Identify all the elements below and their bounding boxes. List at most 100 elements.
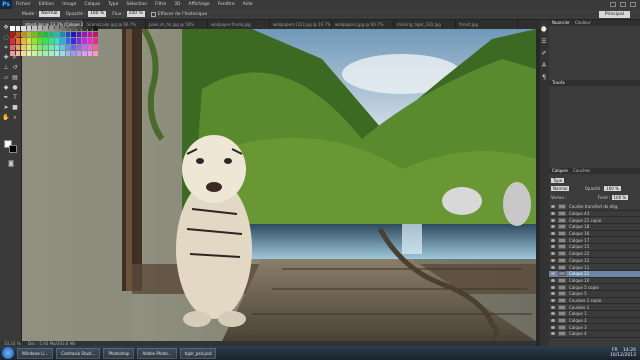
- layer-row[interactable]: Calque 21: [549, 270, 640, 278]
- color-swatch[interactable]: [43, 26, 48, 32]
- color-swatch[interactable]: [76, 32, 82, 38]
- color-swatch[interactable]: [10, 32, 15, 38]
- color-swatch[interactable]: [21, 32, 26, 38]
- flow-input[interactable]: 100 %: [126, 11, 145, 17]
- background-color-swatch[interactable]: [9, 145, 17, 153]
- taskbar-button-0[interactable]: Windows Li...: [17, 347, 54, 359]
- taskbar-button-1[interactable]: Camtasia Studi...: [56, 347, 101, 359]
- color-swatch[interactable]: [43, 32, 48, 38]
- color-swatch[interactable]: [76, 38, 82, 44]
- layer-row[interactable]: Calque 2: [549, 318, 640, 325]
- history-panel-icon[interactable]: ⌚: [540, 26, 548, 34]
- layer-row[interactable]: Courbes 1: [549, 304, 640, 311]
- color-swatch[interactable]: [26, 32, 32, 38]
- color-swatch[interactable]: [48, 50, 54, 56]
- layer-row[interactable]: Calque 15: [549, 244, 640, 251]
- color-swatch[interactable]: [54, 38, 60, 44]
- color-swatch[interactable]: [21, 26, 26, 32]
- blend-mode-select[interactable]: Normal: [551, 186, 570, 191]
- color-swatch[interactable]: [82, 38, 87, 44]
- menu-3d[interactable]: 3D: [170, 2, 184, 7]
- color-swatch[interactable]: [10, 38, 15, 44]
- taskbar-button-2[interactable]: Photoshop: [103, 347, 135, 359]
- color-swatch[interactable]: [71, 50, 76, 56]
- maximize-icon[interactable]: [620, 2, 626, 7]
- color-swatch[interactable]: [93, 26, 98, 32]
- quick-mask-icon[interactable]: ◙: [7, 160, 15, 168]
- character-panel-icon[interactable]: A: [540, 62, 548, 70]
- color-swatch[interactable]: [60, 26, 65, 32]
- layer-opacity-input[interactable]: 100 %: [604, 186, 621, 191]
- fill-input[interactable]: 100 %: [611, 195, 629, 200]
- lasso-tool-icon[interactable]: ◌: [2, 34, 10, 42]
- opacity-input[interactable]: 100 %: [87, 11, 107, 17]
- visibility-eye-icon[interactable]: [551, 265, 555, 269]
- erase-history-option[interactable]: Effacer de l'historique: [150, 11, 207, 17]
- visibility-eye-icon[interactable]: [551, 272, 555, 276]
- tab-color[interactable]: Couleur: [575, 20, 591, 26]
- color-swatch[interactable]: [48, 44, 54, 50]
- color-swatch[interactable]: [15, 44, 21, 50]
- visibility-eye-icon[interactable]: [551, 278, 555, 282]
- tab-document-2[interactable]: pixel.ch_hk.jpg @ 50%: [146, 20, 208, 29]
- zoom-tool-icon[interactable]: ⌕: [11, 114, 19, 122]
- color-swatch[interactable]: [54, 26, 60, 32]
- color-swatch[interactable]: [71, 32, 76, 38]
- flow-control[interactable]: Flux : 100 %: [112, 11, 145, 17]
- layer-row[interactable]: Calque 22: [549, 251, 640, 258]
- visibility-eye-icon[interactable]: [551, 332, 555, 336]
- taskbar-button-3[interactable]: Adobe Photo...: [137, 347, 177, 359]
- color-swatch[interactable]: [76, 50, 82, 56]
- color-swatch[interactable]: [65, 50, 71, 56]
- color-swatch[interactable]: [26, 38, 32, 44]
- color-swatch[interactable]: [43, 50, 48, 56]
- visibility-eye-icon[interactable]: [551, 205, 555, 209]
- move-tool-icon[interactable]: ✥: [2, 24, 10, 32]
- color-swatch[interactable]: [21, 38, 26, 44]
- layer-row[interactable]: Courbe transfert de dég.: [549, 204, 640, 211]
- color-swatch[interactable]: [60, 32, 65, 38]
- menu-type[interactable]: Type: [104, 2, 122, 7]
- path-select-icon[interactable]: ➤: [2, 104, 10, 112]
- color-swatch[interactable]: [54, 32, 60, 38]
- layer-row[interactable]: Calque 3: [549, 324, 640, 332]
- color-swatch[interactable]: [82, 50, 87, 56]
- clock-date[interactable]: 16/12/2013: [610, 353, 636, 358]
- color-swatch[interactable]: [26, 50, 32, 56]
- color-swatch[interactable]: [60, 44, 65, 50]
- visibility-eye-icon[interactable]: [551, 218, 555, 222]
- paragraph-panel-icon[interactable]: ¶: [540, 74, 548, 82]
- visibility-eye-icon[interactable]: [551, 305, 555, 309]
- menu-fenetre[interactable]: Fenêtre: [214, 2, 239, 7]
- type-tool-icon[interactable]: T: [11, 94, 19, 102]
- hand-tool-icon[interactable]: ✋: [2, 114, 10, 122]
- color-swatch[interactable]: [82, 44, 87, 50]
- mode-select[interactable]: Normal: [39, 11, 60, 17]
- visibility-eye-icon[interactable]: [551, 232, 555, 236]
- eraser-tool-icon[interactable]: ▱: [2, 74, 10, 82]
- color-swatch[interactable]: [54, 50, 60, 56]
- color-swatch[interactable]: [76, 26, 82, 32]
- minimize-icon[interactable]: [610, 2, 616, 7]
- color-swatch[interactable]: [37, 32, 43, 38]
- dodge-tool-icon[interactable]: ●: [11, 84, 19, 92]
- color-swatch[interactable]: [93, 44, 98, 50]
- document-canvas[interactable]: [22, 29, 536, 341]
- tab-paths[interactable]: Tracés: [552, 80, 565, 86]
- color-swatch[interactable]: [65, 32, 71, 38]
- tab-document-7[interactable]: forest.jpg: [456, 20, 518, 29]
- color-swatch[interactable]: [15, 50, 21, 56]
- swatch-grid[interactable]: [10, 26, 98, 56]
- opacity-control[interactable]: Opacité : 100 %: [66, 11, 107, 17]
- menu-aide[interactable]: Aide: [239, 2, 257, 7]
- color-swatch[interactable]: [60, 50, 65, 56]
- color-swatch[interactable]: [76, 44, 82, 50]
- visibility-eye-icon[interactable]: [551, 252, 555, 256]
- color-swatch[interactable]: [43, 44, 48, 50]
- visibility-eye-icon[interactable]: [551, 319, 555, 323]
- color-swatch[interactable]: [93, 50, 98, 56]
- layer-row[interactable]: Calque 4: [549, 331, 640, 338]
- layer-row[interactable]: Calque 1: [549, 311, 640, 318]
- clone-stamp-icon[interactable]: ⊥: [2, 64, 10, 72]
- properties-panel-icon[interactable]: ☰: [540, 38, 548, 46]
